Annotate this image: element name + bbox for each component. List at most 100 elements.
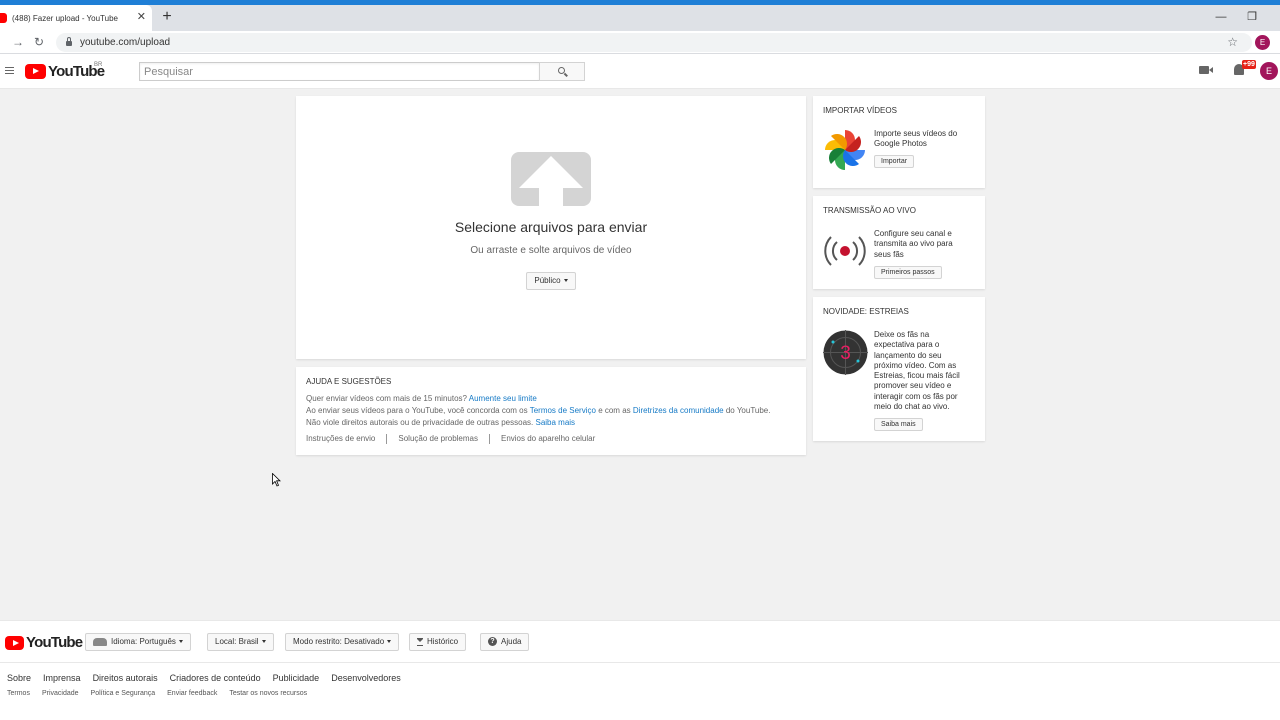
import-button[interactable]: Importar <box>874 155 915 168</box>
premiere-title: NOVIDADE: ESTREIAS <box>823 307 909 316</box>
footer-link-test-features[interactable]: Testar os novos recursos <box>229 690 307 697</box>
help-line-terms: Ao enviar seus vídeos para o YouTube, vo… <box>306 406 770 415</box>
search-input[interactable] <box>139 62 540 81</box>
history-label: Histórico <box>427 637 459 646</box>
terms-of-service-link[interactable]: Termos de Serviço <box>530 406 596 415</box>
footer-link-copyright[interactable]: Direitos autorais <box>93 673 158 683</box>
chevron-down-icon <box>178 640 183 644</box>
community-guidelines-link[interactable]: Diretrizes da comunidade <box>633 406 724 415</box>
footer-link-send-feedback[interactable]: Enviar feedback <box>167 690 217 697</box>
premiere-countdown-icon: 3 <box>823 330 868 375</box>
account-avatar[interactable]: E <box>1260 62 1278 80</box>
menu-icon[interactable] <box>5 67 14 74</box>
import-videos-card: IMPORTAR VÍDEOS Importe seus vídeos do G… <box>813 96 985 188</box>
browser-tab[interactable]: (488) Fazer upload - YouTube ✕ <box>0 5 152 31</box>
new-tab-button[interactable]: + <box>158 8 176 26</box>
restore-button[interactable]: ❐ <box>1241 8 1263 26</box>
live-title: TRANSMISSÃO AO VIVO <box>823 206 916 215</box>
youtube-logo[interactable]: YouTube <box>25 63 105 80</box>
language-dropdown[interactable]: Idioma: Português <box>85 633 191 651</box>
bookmark-star-icon[interactable]: ☆ <box>1227 34 1238 50</box>
help-text: do YouTube. <box>725 406 771 415</box>
google-photos-icon <box>825 130 865 170</box>
premieres-card: NOVIDADE: ESTREIAS 3 Deixe os fãs na exp… <box>813 297 985 441</box>
language-value: Idioma: Português <box>111 637 176 646</box>
upload-instructions-link[interactable]: Instruções de envio <box>306 434 386 444</box>
live-broadcast-icon <box>824 236 866 266</box>
chevron-down-icon <box>261 640 266 644</box>
chevron-down-icon <box>563 279 568 283</box>
tab-bar: (488) Fazer upload - YouTube ✕ + — ❐ <box>0 5 1280 31</box>
browser-profile-avatar[interactable]: E <box>1255 35 1270 50</box>
help-links: Instruções de envio Solução de problemas… <box>306 434 606 444</box>
help-text: e com as <box>598 406 631 415</box>
live-streaming-card: TRANSMISSÃO AO VIVO Configure seu canal … <box>813 196 985 289</box>
restricted-mode-value: Modo restrito: Desativado <box>293 637 385 646</box>
footer-link-creators[interactable]: Criadores de conteúdo <box>170 673 261 683</box>
search-icon <box>558 67 565 74</box>
import-title: IMPORTAR VÍDEOS <box>823 106 897 115</box>
help-title: AJUDA E SUGESTÕES <box>306 377 392 386</box>
privacy-dropdown[interactable]: Público <box>526 272 576 290</box>
upload-title: Selecione arquivos para enviar <box>454 219 648 235</box>
help-label: Ajuda <box>501 637 522 646</box>
url-field[interactable]: youtube.com/upload <box>56 33 1252 52</box>
footer-link-terms[interactable]: Termos <box>7 690 30 697</box>
footer-link-about[interactable]: Sobre <box>7 673 31 683</box>
lock-icon <box>66 37 72 46</box>
youtube-play-icon <box>25 64 46 79</box>
search-button[interactable] <box>539 62 585 81</box>
help-button[interactable]: ? Ajuda <box>480 633 530 651</box>
notification-count-badge: +99 <box>1242 60 1256 69</box>
help-text: Não viole direitos autorais ou de privac… <box>306 418 534 427</box>
mobile-uploads-link[interactable]: Envios do aparelho celular <box>488 434 606 444</box>
upload-video-icon[interactable] <box>1199 66 1213 74</box>
restricted-mode-dropdown[interactable]: Modo restrito: Desativado <box>285 633 400 651</box>
mouse-cursor-icon <box>272 473 281 487</box>
import-description: Importe seus vídeos do Google Photos <box>874 129 958 149</box>
learn-more-link[interactable]: Saiba mais <box>535 418 575 427</box>
youtube-play-icon <box>5 635 24 650</box>
upload-arrow-icon[interactable] <box>511 152 591 206</box>
chevron-down-icon <box>387 640 392 644</box>
language-person-icon <box>93 637 107 646</box>
help-text: Quer enviar vídeos com mais de 15 minuto… <box>306 394 467 403</box>
privacy-value: Público <box>534 276 561 285</box>
footer-link-developers[interactable]: Desenvolvedores <box>331 673 401 683</box>
upload-drop-zone[interactable]: Selecione arquivos para enviar Ou arrast… <box>296 96 806 359</box>
footer-link-advertise[interactable]: Publicidade <box>273 673 320 683</box>
minimize-button[interactable]: — <box>1210 8 1232 26</box>
footer-link-policy-safety[interactable]: Política e Segurança <box>91 690 156 697</box>
premiere-learn-more-button[interactable]: Saiba mais <box>874 418 923 431</box>
countdown-number: 3 <box>840 343 851 364</box>
tab-title: (488) Fazer upload - YouTube <box>12 13 118 23</box>
upload-subtitle: Ou arraste e solte arquivos de vídeo <box>470 245 632 256</box>
get-started-button[interactable]: Primeiros passos <box>874 266 942 279</box>
footer-primary-links: Sobre Imprensa Direitos autorais Criador… <box>7 673 413 683</box>
premiere-description: Deixe os fãs na expectativa para o lança… <box>874 330 960 412</box>
footer-secondary-links: Termos Privacidade Política e Segurança … <box>7 690 319 697</box>
footer-logo-text: YouTube <box>26 634 83 651</box>
help-card: AJUDA E SUGESTÕES Quer enviar vídeos com… <box>296 367 806 455</box>
help-icon: ? <box>488 637 497 647</box>
troubleshooting-link[interactable]: Solução de problemas <box>386 434 489 444</box>
footer-toolbar: YouTube Idioma: Português Local: Brasil … <box>0 621 1280 663</box>
increase-limit-link[interactable]: Aumente seu limite <box>469 394 537 403</box>
hourglass-icon <box>417 637 423 646</box>
region-label: BR <box>94 62 103 68</box>
footer-link-press[interactable]: Imprensa <box>43 673 81 683</box>
tab-close-icon[interactable]: ✕ <box>137 10 146 24</box>
address-bar: → ↻ youtube.com/upload ☆ E <box>0 31 1280 54</box>
youtube-header: YouTube BR +99 E <box>0 54 1280 89</box>
help-text: Ao enviar seus vídeos para o YouTube, vo… <box>306 406 528 415</box>
page-footer: YouTube Idioma: Português Local: Brasil … <box>0 620 1280 720</box>
footer-youtube-logo[interactable]: YouTube <box>5 634 83 651</box>
help-line-copyright: Não viole direitos autorais ou de privac… <box>306 418 575 427</box>
location-value: Local: Brasil <box>215 637 259 646</box>
location-dropdown[interactable]: Local: Brasil <box>207 633 274 651</box>
history-button[interactable]: Histórico <box>409 633 467 651</box>
reload-icon[interactable]: ↻ <box>31 34 47 50</box>
youtube-favicon-icon <box>0 13 7 23</box>
footer-link-privacy[interactable]: Privacidade <box>42 690 79 697</box>
forward-arrow-icon[interactable]: → <box>10 34 26 50</box>
